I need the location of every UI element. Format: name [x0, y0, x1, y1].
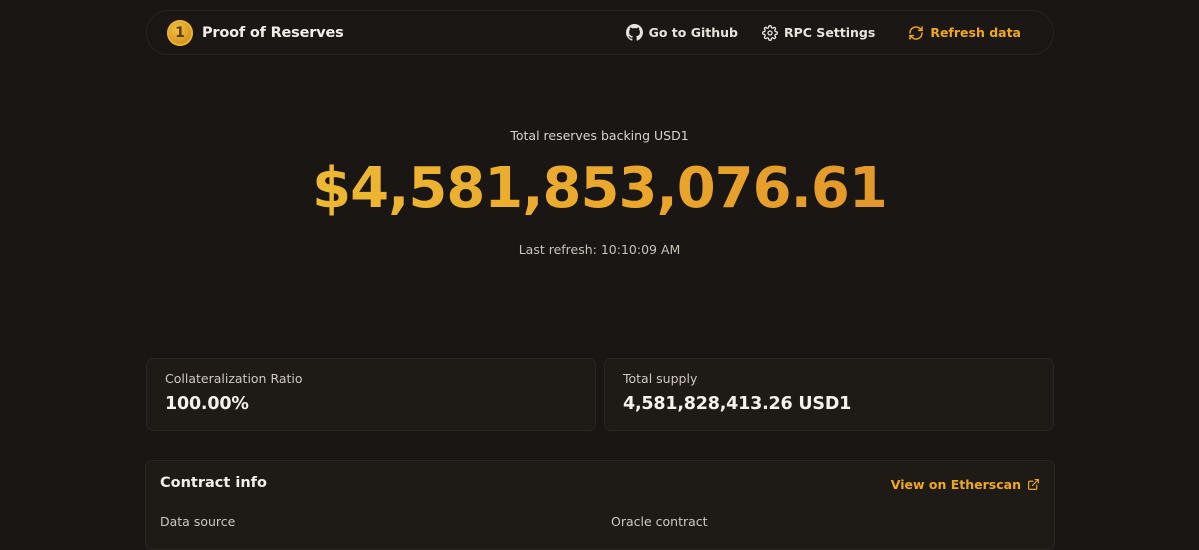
- brand-title[interactable]: Proof of Reserves: [202, 25, 344, 41]
- refresh-data-button[interactable]: Refresh data: [908, 25, 1021, 41]
- collateralization-value: 100.00%: [165, 394, 249, 414]
- github-link-label: Go to Github: [648, 25, 738, 40]
- total-supply-label: Total supply: [623, 371, 698, 386]
- reserves-total-value: $4,581,853,076.61: [0, 156, 1199, 221]
- nav-links: Go to Github RPC Settings Refresh data: [602, 24, 1033, 41]
- collateralization-card: Collateralization Ratio 100.00%: [146, 358, 596, 431]
- github-link[interactable]: Go to Github: [625, 24, 738, 41]
- rpc-settings-label: RPC Settings: [784, 25, 876, 40]
- refresh-icon: [909, 25, 924, 40]
- top-navbar: 1 Proof of Reserves Go to Github RPC Set…: [146, 10, 1054, 55]
- etherscan-link-label: View on Etherscan: [890, 477, 1021, 492]
- last-refresh-text: Last refresh: 10:10:09 AM: [518, 242, 681, 257]
- reserves-label: Total reserves backing USD1: [510, 128, 689, 143]
- view-on-etherscan-link[interactable]: View on Etherscan: [891, 477, 1040, 492]
- rpc-settings-link[interactable]: RPC Settings: [762, 24, 876, 41]
- gear-icon: [762, 24, 778, 41]
- coin-logo-icon: 1: [167, 19, 193, 46]
- total-supply-value: 4,581,828,413.26 USD1: [623, 394, 852, 414]
- github-icon: [625, 24, 643, 41]
- external-link-icon: [1028, 479, 1039, 490]
- data-source-label: Data source: [160, 514, 236, 529]
- refresh-data-label: Refresh data: [930, 25, 1021, 40]
- total-supply-card: Total supply 4,581,828,413.26 USD1: [604, 358, 1054, 431]
- oracle-contract-label: Oracle contract: [611, 514, 708, 529]
- contract-info-panel: Contract info View on Etherscan Data sou…: [145, 460, 1055, 550]
- collateralization-label: Collateralization Ratio: [165, 371, 303, 386]
- contract-info-title: Contract info: [160, 475, 267, 491]
